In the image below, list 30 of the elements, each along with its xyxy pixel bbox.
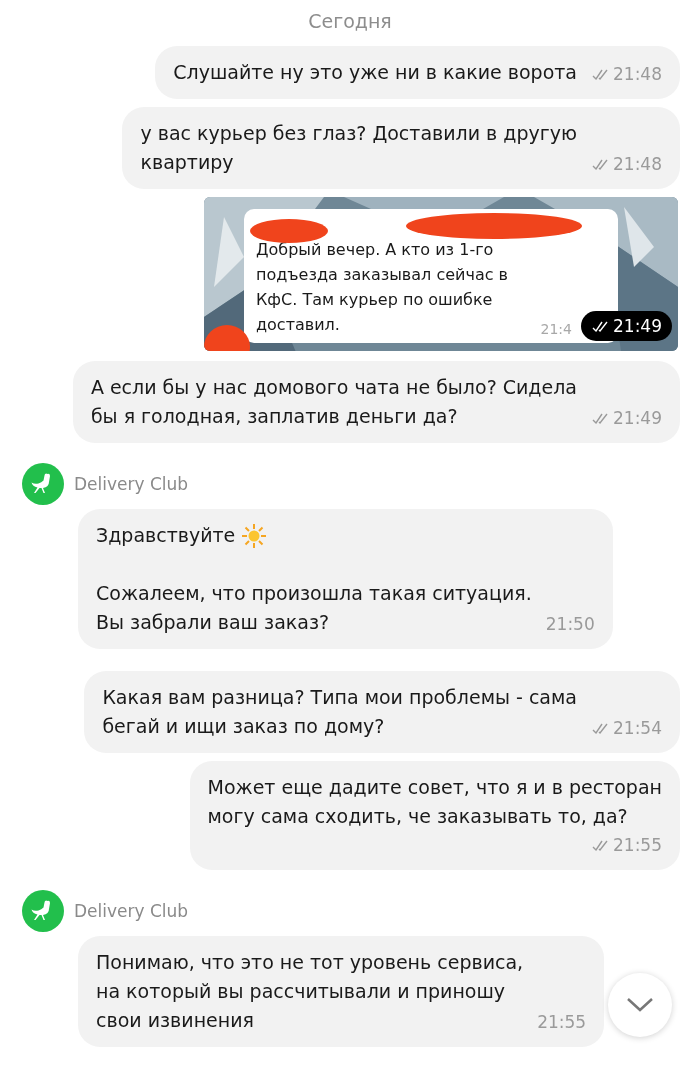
message-text: А если бы у нас домового чата не было? Сидела бы я голодная, заплатив деньги да? bbox=[90, 375, 577, 429]
read-checks-icon bbox=[591, 412, 609, 424]
read-checks-icon bbox=[591, 68, 609, 80]
read-checks-icon bbox=[591, 320, 609, 332]
message-text: Здравствуйте bbox=[96, 523, 236, 548]
message-text: Может еще дадите совет, что я и в ресторан могу сама сходить, че заказывать то, да? bbox=[207, 775, 662, 829]
message-time: 21:4 bbox=[540, 321, 572, 337]
read-checks-icon bbox=[591, 839, 609, 851]
read-checks-icon bbox=[591, 722, 609, 734]
message-text: у вас курьер без глаз? Доставили в другую квартиру bbox=[140, 121, 577, 175]
message-text: Добрый вечер. А кто из 1-го подъезда заказывал сейчас в КфС. Там курьер по ошибке доставил. bbox=[256, 239, 508, 336]
sender-name: Delivery Club bbox=[74, 474, 189, 494]
sun-icon bbox=[241, 522, 268, 549]
sender-name: Delivery Club bbox=[74, 901, 189, 921]
message-text: Какая вам разница? Типа мои проблемы - сама бегай и ищи заказ по дому? bbox=[102, 685, 577, 739]
message-time: 21:55 bbox=[537, 1012, 587, 1034]
date-separator: Сегодня bbox=[308, 10, 392, 32]
message-text: Слушайте ну это уже ни в какие ворота bbox=[173, 60, 577, 85]
chevron-down-icon bbox=[626, 997, 654, 1013]
message-time: 21:49 bbox=[591, 408, 662, 431]
read-checks-icon bbox=[591, 158, 609, 170]
message-text: Сожалеем, что произошла такая ситуация. Вы забрали ваш заказ? bbox=[96, 581, 532, 635]
message-text: Понимаю, что это не тот уровень сервиса, на который вы рассчитывали и приношу свои извинения bbox=[96, 950, 524, 1033]
scroll-down-button[interactable] bbox=[608, 973, 672, 1037]
message-time: 21:50 bbox=[545, 614, 595, 636]
message-time: 21:55 bbox=[591, 835, 662, 858]
message-time: 21:54 bbox=[591, 718, 662, 741]
message-time: 21:49 bbox=[581, 311, 672, 341]
message-time: 21:48 bbox=[591, 64, 662, 87]
message-time: 21:48 bbox=[591, 154, 662, 177]
